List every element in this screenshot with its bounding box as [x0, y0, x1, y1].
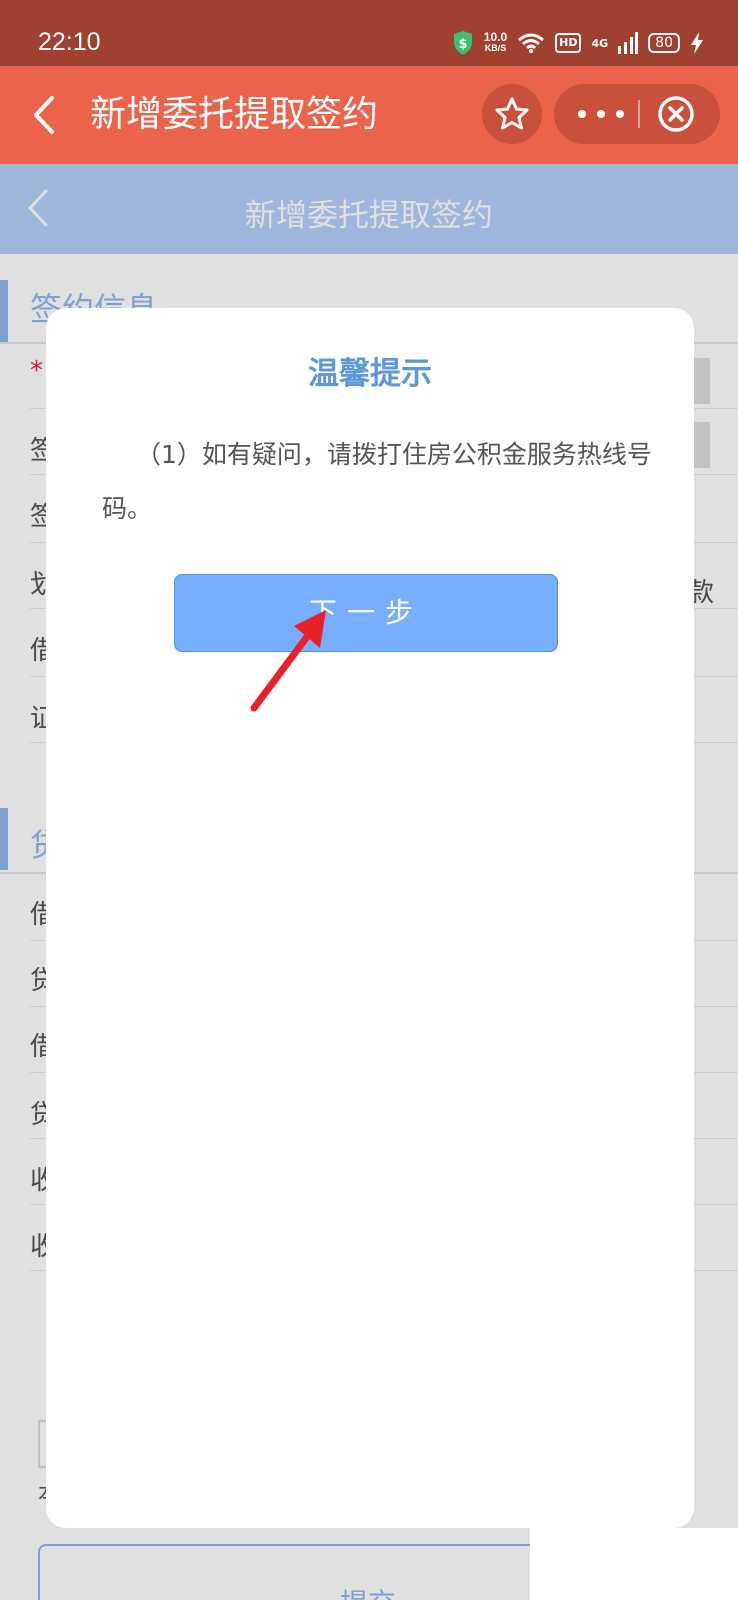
shield-dollar-icon: $	[453, 31, 472, 55]
status-bar: 22:10 $ 10.0 KB/S HD 4G 80	[0, 0, 738, 66]
dialog-message: （1）如有疑问，请拨打住房公积金服务热线号码。	[102, 440, 652, 523]
tip-dialog: 温馨提示 （1）如有疑问，请拨打住房公积金服务热线号码。 下一步	[46, 308, 694, 1528]
signal-icon	[618, 32, 639, 54]
battery-indicator: 80	[648, 33, 680, 53]
more-dots-icon[interactable]	[578, 84, 624, 144]
miniprogram-nav-bar: 新增委托提取签约	[0, 66, 738, 164]
next-step-button[interactable]: 下一步	[174, 574, 558, 652]
network-type: 4G	[591, 36, 609, 50]
corner-patch	[530, 1528, 738, 1600]
favorite-button[interactable]	[482, 84, 542, 144]
capsule-menu	[554, 84, 720, 144]
capsule-divider	[638, 100, 640, 128]
close-circle-icon[interactable]	[656, 94, 696, 134]
status-time: 22:10	[38, 28, 101, 56]
svg-text:$: $	[458, 37, 467, 52]
star-icon	[495, 97, 529, 130]
charging-bolt-icon	[691, 32, 703, 54]
back-chevron-icon[interactable]	[28, 94, 62, 136]
net-speed-unit: KB/S	[484, 43, 507, 53]
hd-icon: HD	[555, 33, 582, 53]
annotation-arrow-icon	[250, 610, 326, 712]
net-speed-value: 10.0	[483, 30, 508, 44]
wifi-icon	[518, 33, 545, 53]
status-icons: $ 10.0 KB/S HD 4G 80	[452, 30, 704, 56]
net-speed: 10.0 KB/S	[483, 30, 508, 54]
dialog-title: 温馨提示	[308, 356, 432, 392]
miniprogram-title: 新增委托提取签约	[90, 94, 379, 135]
